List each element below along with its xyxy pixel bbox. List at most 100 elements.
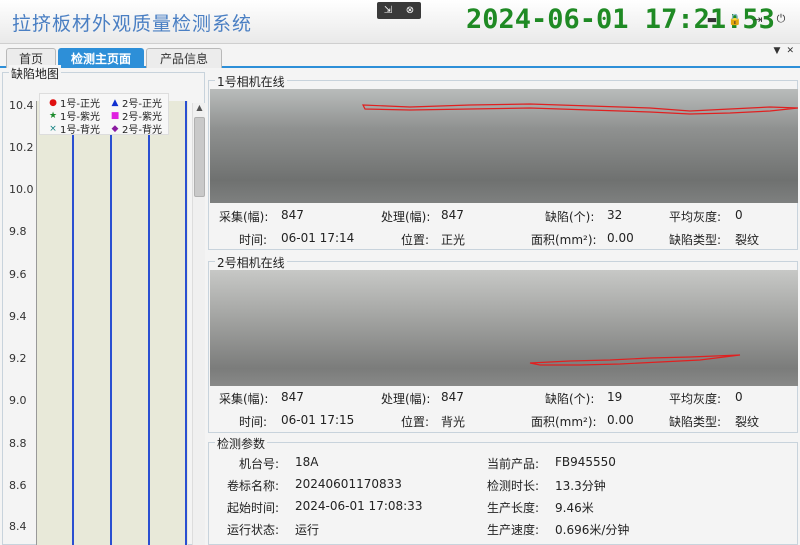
minimize-icon[interactable]: ▬ [705, 12, 719, 26]
map-scrollbar[interactable]: ▲ [192, 103, 205, 545]
square-marker-icon: ■ [110, 110, 120, 121]
position-label: 位置: [401, 233, 430, 247]
y-tick: 8.6 [9, 479, 27, 492]
process-label: 处理(幅): [381, 210, 431, 224]
defect-map-panel: 缺陷地图 10.4 10.2 10.0 9.8 9.6 9.4 9.2 9.0 … [2, 65, 205, 545]
camera2-title: 2号相机在线 [215, 254, 287, 271]
position-label: 位置: [401, 415, 430, 429]
camera1-image[interactable] [210, 89, 798, 203]
product-value: FB945550 [555, 455, 616, 469]
lane-line [185, 101, 187, 545]
time-label: 时间: [239, 415, 268, 429]
y-tick: 10.2 [9, 141, 34, 154]
type-label: 缺陷类型: [669, 233, 722, 247]
exit-icon[interactable]: ⇥ [751, 12, 765, 26]
y-axis: 10.4 10.2 10.0 9.8 9.6 9.4 9.2 9.0 8.8 8… [3, 73, 37, 544]
camera2-image[interactable] [210, 270, 798, 386]
position-value: 背光 [441, 415, 466, 429]
triangle-marker-icon: ▲ [111, 97, 119, 108]
time-label: 时间: [239, 233, 268, 247]
y-tick: 8.8 [9, 437, 27, 450]
collect-label: 采集(幅): [219, 210, 269, 224]
lane-line [72, 101, 74, 545]
tab-detection-main[interactable]: 检测主页面 [58, 48, 144, 68]
type-value: 裂纹 [735, 233, 760, 247]
close-tab-icon[interactable]: ✕ [786, 46, 794, 56]
lock-icon[interactable]: 🔒 [728, 12, 742, 26]
status-value: 运行 [295, 523, 320, 537]
area-value: 0.00 [607, 413, 634, 427]
legend-item: ◆ 2号-背光 [110, 121, 162, 137]
legend-item: × 1号-背光 [48, 121, 100, 137]
type-value: 裂纹 [735, 415, 760, 429]
machine-label: 机台号: [239, 457, 280, 471]
status-label: 运行状态: [227, 523, 280, 537]
y-tick: 8.4 [9, 520, 27, 533]
start-label: 起始时间: [227, 501, 280, 515]
tab-menu: ▼ ✕ [774, 46, 794, 56]
star-marker-icon: ★ [48, 110, 58, 121]
speed-value: 0.696米/分钟 [555, 523, 630, 537]
y-tick: 9.4 [9, 310, 27, 323]
camera1-panel: 1号相机在线 采集(幅): 847 处理(幅): 847 缺陷(个): 32 平… [208, 73, 798, 250]
gray-label: 平均灰度: [669, 210, 722, 224]
lane-line [110, 101, 112, 545]
defect-value: 32 [607, 208, 623, 222]
roll-value: 20240601170833 [295, 477, 402, 491]
close-icon[interactable]: ⊗ [406, 5, 414, 16]
tab-bar: 首页 检测主页面 产品信息 ▼ ✕ [0, 44, 800, 68]
process-value: 847 [441, 208, 464, 222]
defect-map-plot[interactable] [36, 101, 188, 545]
position-value: 正光 [441, 233, 466, 247]
cross-marker-icon: × [49, 123, 57, 134]
length-value: 9.46米 [555, 501, 594, 515]
y-tick: 9.0 [9, 394, 27, 407]
mini-toolbar[interactable]: ⇲ ⊗ [377, 2, 421, 19]
tab-product-info[interactable]: 产品信息 [146, 48, 222, 68]
title-bar: 拉挤板材外观质量检测系统 ⇲ ⊗ 2024-06-01 17:21:53 ▬ 🔒… [0, 0, 800, 44]
duration-value: 13.3分钟 [555, 479, 606, 493]
area-label: 面积(mm²): [531, 233, 597, 247]
params-title: 检测参数 [215, 435, 268, 452]
power-icon[interactable]: ⏻ [774, 12, 788, 26]
gray-value: 0 [735, 390, 743, 404]
collect-label: 采集(幅): [219, 392, 269, 406]
detection-params-panel: 检测参数 机台号: 18A 当前产品: FB945550 卷标名称: 20240… [208, 435, 798, 545]
app-title: 拉挤板材外观质量检测系统 [12, 13, 253, 35]
y-tick: 9.2 [9, 352, 27, 365]
defect-map-legend: ● 1号-正光 ▲ 2号-正光 ★ 1号-紫光 ■ 2号-紫光 × 1号-背光 … [39, 93, 169, 137]
pin-icon[interactable]: ⇲ [384, 5, 392, 16]
start-value: 2024-06-01 17:08:33 [295, 499, 423, 513]
product-label: 当前产品: [487, 457, 540, 471]
defect-value: 19 [607, 390, 623, 404]
y-tick: 9.6 [9, 268, 27, 281]
y-tick: 9.8 [9, 225, 27, 238]
area-value: 0.00 [607, 231, 634, 245]
process-value: 847 [441, 390, 464, 404]
camera1-title: 1号相机在线 [215, 73, 287, 90]
defect-label: 缺陷(个): [545, 210, 595, 224]
collect-value: 847 [281, 390, 304, 404]
window-controls: ▬ 🔒 ⇥ ⏻ [705, 12, 788, 26]
lane-line [148, 101, 150, 545]
roll-label: 卷标名称: [227, 479, 280, 493]
dropdown-icon[interactable]: ▼ [774, 46, 781, 56]
circle-marker-icon: ● [49, 97, 57, 108]
area-label: 面积(mm²): [531, 415, 597, 429]
length-label: 生产长度: [487, 501, 540, 515]
scroll-thumb[interactable] [194, 117, 205, 197]
machine-value: 18A [295, 455, 319, 469]
defect-label: 缺陷(个): [545, 392, 595, 406]
time-value: 06-01 17:14 [281, 231, 355, 245]
duration-label: 检测时长: [487, 479, 540, 493]
collect-value: 847 [281, 208, 304, 222]
type-label: 缺陷类型: [669, 415, 722, 429]
speed-label: 生产速度: [487, 523, 540, 537]
camera2-panel: 2号相机在线 采集(幅): 847 处理(幅): 847 缺陷(个): 19 平… [208, 254, 798, 433]
y-tick: 10.4 [9, 99, 34, 112]
diamond-marker-icon: ◆ [111, 123, 119, 134]
gray-value: 0 [735, 208, 743, 222]
legend-label: 1号-背光 [60, 125, 100, 136]
scroll-up-icon[interactable]: ▲ [193, 103, 206, 115]
time-value: 06-01 17:15 [281, 413, 355, 427]
